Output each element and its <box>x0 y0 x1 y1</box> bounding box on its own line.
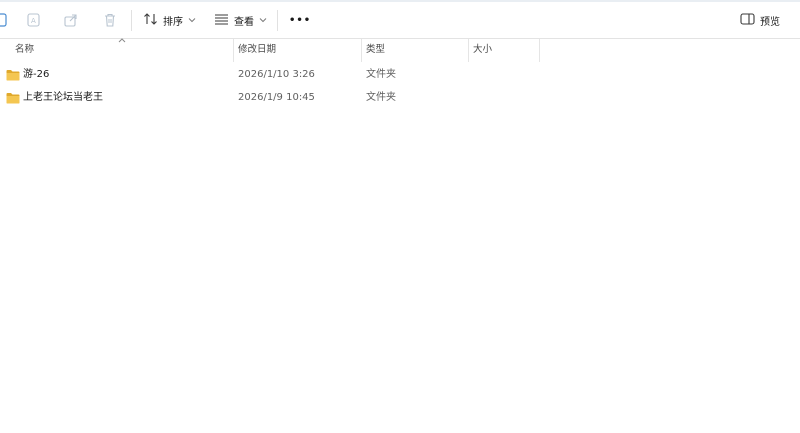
view-label: 查看 <box>234 16 254 28</box>
chevron-down-icon <box>259 15 267 26</box>
rename-icon[interactable]: A <box>25 11 43 29</box>
folder-icon <box>6 92 20 104</box>
file-name-cell: 上老王论坛当老王 <box>6 86 103 109</box>
preview-label: 预览 <box>760 16 780 28</box>
file-name: 游-26 <box>23 69 50 80</box>
column-header-type[interactable]: 类型 <box>362 39 468 62</box>
sort-label: 排序 <box>163 16 183 28</box>
column-header-size[interactable]: 大小 <box>469 39 539 62</box>
file-modified: 2026/1/9 10:45 <box>238 92 315 103</box>
sort-button[interactable]: 排序 <box>139 9 200 31</box>
toolbar-separator <box>131 10 132 31</box>
file-name: 上老王论坛当老王 <box>23 92 103 103</box>
file-name-cell: 游-26 <box>6 63 49 86</box>
preview-pane-button[interactable]: 预览 <box>736 9 784 31</box>
more-options-button[interactable]: ••• <box>285 9 315 31</box>
chevron-down-icon <box>188 15 196 26</box>
preview-pane-icon <box>740 12 755 28</box>
view-icon <box>214 13 229 28</box>
command-bar: A 排序 查看 ••• 预览 <box>0 2 800 39</box>
file-type: 文件夹 <box>366 69 396 80</box>
svg-text:A: A <box>31 17 36 25</box>
sort-icon <box>143 12 158 29</box>
share-icon[interactable] <box>62 11 80 29</box>
delete-icon[interactable] <box>101 11 119 29</box>
file-type: 文件夹 <box>366 92 396 103</box>
toolbar-separator <box>277 10 278 31</box>
column-divider[interactable] <box>539 39 540 62</box>
file-modified: 2026/1/10 3:26 <box>238 69 315 80</box>
paste-icon[interactable] <box>0 11 10 29</box>
view-button[interactable]: 查看 <box>210 9 271 31</box>
file-row[interactable]: 上老王论坛当老王 2026/1/9 10:45 文件夹 <box>0 86 800 109</box>
column-header-modified[interactable]: 修改日期 <box>234 39 361 62</box>
folder-icon <box>6 69 20 81</box>
more-icon: ••• <box>289 14 312 26</box>
file-row[interactable]: 游-26 2026/1/10 3:26 文件夹 <box>0 63 800 86</box>
sort-ascending-icon <box>117 36 127 43</box>
